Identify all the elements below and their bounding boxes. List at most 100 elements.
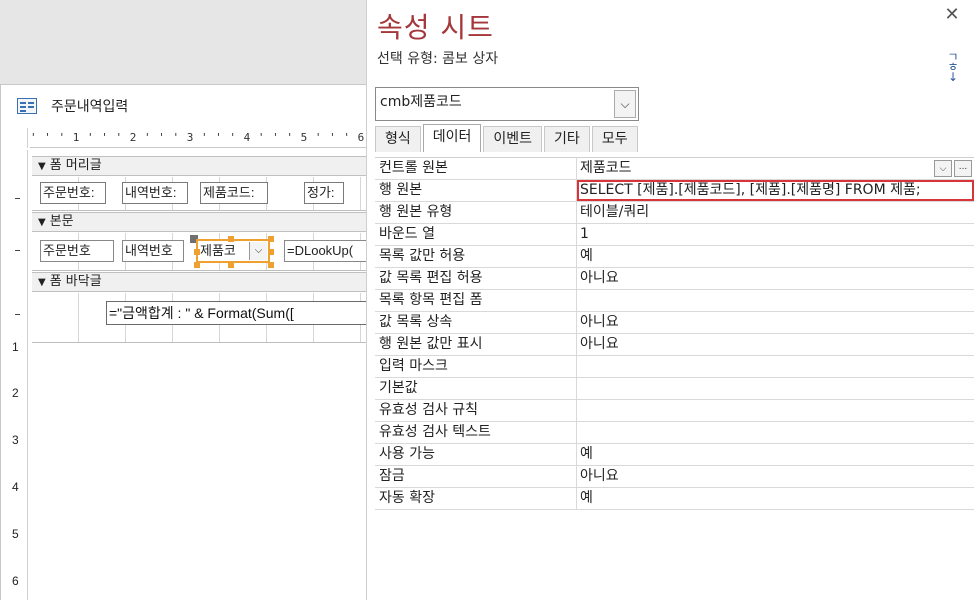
- property-row[interactable]: 잠금 아니요: [375, 466, 974, 488]
- property-row[interactable]: 자동 확장 예: [375, 488, 974, 510]
- form-footer-area[interactable]: ="금액합계 : " & Format(Sum([: [32, 293, 366, 343]
- property-name: 유효성 검사 텍스트: [375, 422, 577, 443]
- chevron-down-icon[interactable]: ⌵: [614, 90, 636, 118]
- tab-other[interactable]: 기타: [544, 126, 590, 152]
- property-name: 사용 가능: [375, 444, 577, 465]
- section-arrow-icon: ▼: [38, 161, 46, 172]
- property-name: 입력 마스크: [375, 356, 577, 377]
- property-row-row-source[interactable]: 행 원본 SELECT [제품].[제품코드], [제품].[제품명] FROM…: [375, 180, 974, 202]
- form-footer-bar[interactable]: ▼ 폼 바닥글: [32, 272, 366, 292]
- property-row[interactable]: 값 목록 편집 허용 아니요: [375, 268, 974, 290]
- resize-handle[interactable]: [194, 262, 200, 268]
- property-value[interactable]: 아니요: [577, 466, 974, 487]
- property-sheet: 속성 시트 ✕ 선택 유형: 콤보 상자 ㄱㅎ↓ cmb제품코드 ⌵ 형식 데이…: [366, 0, 977, 600]
- property-row[interactable]: 사용 가능 예: [375, 444, 974, 466]
- property-row[interactable]: 입력 마스크: [375, 356, 974, 378]
- tab-data[interactable]: 데이터: [422, 124, 482, 152]
- detail-area[interactable]: 주문번호 내역번호 제품코 ⌵ =DLookUp(: [32, 233, 366, 271]
- detail-bar[interactable]: ▼ 본문: [32, 212, 366, 232]
- property-name: 잠금: [375, 466, 577, 487]
- textbox-order-no[interactable]: 주문번호: [40, 240, 114, 262]
- property-value[interactable]: 예: [577, 488, 974, 509]
- property-row[interactable]: 행 원본 유형 테이블/쿼리: [375, 202, 974, 224]
- label-detail-no[interactable]: 내역번호:: [122, 182, 188, 204]
- property-name: 바운드 열: [375, 224, 577, 245]
- resize-handle[interactable]: [228, 262, 234, 268]
- property-name: 행 원본 값만 표시: [375, 334, 577, 355]
- chevron-down-icon[interactable]: ⌵: [934, 160, 952, 177]
- resize-handle[interactable]: [228, 236, 234, 242]
- property-row[interactable]: 유효성 검사 규칙: [375, 400, 974, 422]
- property-row[interactable]: 기본값: [375, 378, 974, 400]
- grid-line: [78, 293, 79, 342]
- tab-all[interactable]: 모두: [591, 126, 638, 152]
- property-name: 값 목록 상속: [375, 312, 577, 333]
- property-value[interactable]: [577, 356, 974, 377]
- property-value[interactable]: 제품코드 ⌵ ...: [577, 158, 974, 179]
- property-row[interactable]: 목록 값만 허용 예: [375, 246, 974, 268]
- label-price[interactable]: 정가:: [304, 182, 344, 204]
- property-row[interactable]: 값 목록 상속 아니요: [375, 312, 974, 334]
- textbox-total-amount[interactable]: ="금액합계 : " & Format(Sum([: [106, 301, 366, 325]
- document-title: 주문내역입력: [51, 99, 129, 115]
- property-name: 컨트롤 원본: [375, 158, 577, 179]
- tab-format[interactable]: 형식: [375, 126, 421, 152]
- property-value[interactable]: 아니요: [577, 268, 974, 289]
- property-value[interactable]: [577, 378, 974, 399]
- design-canvas: ▼ 폼 머리글 주문번호: 내역번호: 제품코드: 정가: ▼ 본문 주문번호 …: [32, 152, 366, 600]
- combo-product-code-text: 제품코: [200, 243, 236, 258]
- property-row[interactable]: 행 원본 값만 표시 아니요: [375, 334, 974, 356]
- property-row-control-source[interactable]: 컨트롤 원본 제품코드 ⌵ ...: [375, 158, 974, 180]
- ruler-tick: [15, 198, 20, 199]
- form-header-bar[interactable]: ▼ 폼 머리글: [32, 156, 366, 176]
- property-row[interactable]: 바운드 열 1: [375, 224, 974, 246]
- textbox-dlookup[interactable]: =DLookUp(: [284, 240, 366, 262]
- property-value[interactable]: 아니요: [577, 334, 974, 355]
- access-window: 주문내역입력 ' ' ' 1 ' ' ' 2 ' ' ' 3 ' ' ' 4 '…: [0, 0, 977, 600]
- textbox-detail-no[interactable]: 내역번호: [122, 240, 184, 262]
- property-value[interactable]: 아니요: [577, 312, 974, 333]
- property-value[interactable]: [577, 422, 974, 443]
- property-sheet-title: 속성 시트: [377, 11, 494, 44]
- property-value[interactable]: 1: [577, 224, 974, 245]
- tab-event[interactable]: 이벤트: [483, 126, 543, 152]
- property-value[interactable]: 예: [577, 444, 974, 465]
- property-value[interactable]: SELECT [제품].[제품코드], [제품].[제품명] FROM 제품;: [577, 180, 974, 201]
- resize-handle[interactable]: [268, 262, 274, 268]
- property-name: 목록 항목 편집 폼: [375, 290, 577, 311]
- document-tab[interactable]: 주문내역입력: [1, 85, 367, 127]
- builder-icon[interactable]: ...: [954, 160, 972, 177]
- form-selector[interactable]: [6, 128, 28, 148]
- ruler-tick: [15, 314, 20, 315]
- object-selector[interactable]: cmb제품코드 ⌵: [375, 87, 639, 121]
- combo-product-code[interactable]: 제품코 ⌵: [196, 239, 270, 263]
- resize-handle[interactable]: [268, 236, 274, 242]
- detail-label: 본문: [49, 214, 74, 229]
- section-arrow-icon: ▼: [38, 277, 46, 288]
- ruler-mark: 3: [12, 433, 19, 447]
- label-order-no[interactable]: 주문번호:: [40, 182, 106, 204]
- property-name: 기본값: [375, 378, 577, 399]
- form-design-view: 주문내역입력 ' ' ' 1 ' ' ' 2 ' ' ' 3 ' ' ' 4 '…: [0, 0, 366, 600]
- resize-handle[interactable]: [268, 249, 274, 255]
- property-name: 목록 값만 허용: [375, 246, 577, 267]
- chevron-down-icon[interactable]: ⌵: [249, 242, 267, 260]
- close-icon[interactable]: ✕: [941, 4, 963, 26]
- property-value[interactable]: 테이블/쿼리: [577, 202, 974, 223]
- vertical-ruler[interactable]: 1 2 3 4 5 6: [6, 150, 28, 600]
- ruler-tick: [15, 250, 20, 251]
- property-row[interactable]: 유효성 검사 텍스트: [375, 422, 974, 444]
- selection-type: 선택 유형: 콤보 상자: [377, 51, 499, 67]
- property-row[interactable]: 목록 항목 편집 폼: [375, 290, 974, 312]
- property-value[interactable]: [577, 290, 974, 311]
- resize-handle[interactable]: [194, 249, 200, 255]
- property-value[interactable]: 예: [577, 246, 974, 267]
- label-product-code[interactable]: 제품코드:: [200, 182, 268, 204]
- property-name: 값 목록 편집 허용: [375, 268, 577, 289]
- form-header-area[interactable]: 주문번호: 내역번호: 제품코드: 정가:: [32, 177, 366, 211]
- ruler-mark: 5: [12, 527, 19, 541]
- property-value[interactable]: [577, 400, 974, 421]
- horizontal-ruler[interactable]: ' ' ' 1 ' ' ' 2 ' ' ' 3 ' ' ' 4 ' ' ' 5 …: [30, 128, 366, 148]
- grid-line: [360, 177, 361, 210]
- sort-icon[interactable]: ㄱㅎ↓: [943, 51, 963, 83]
